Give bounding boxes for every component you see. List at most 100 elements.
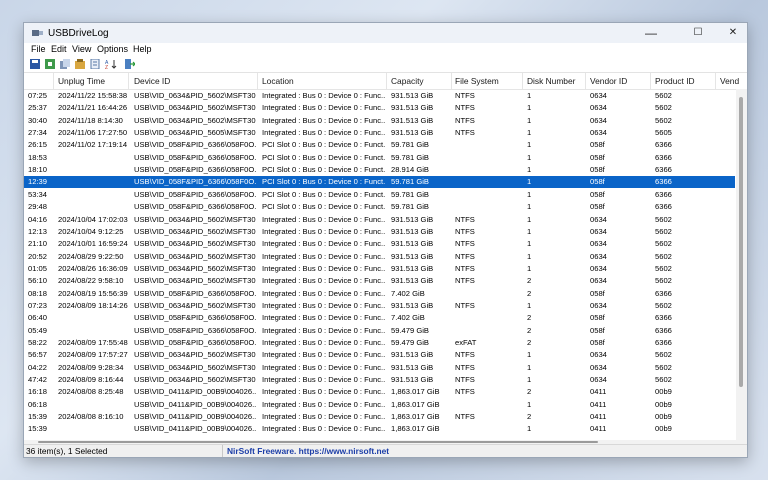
column-header-product-id[interactable]: Product ID xyxy=(655,76,695,86)
table-row-selected[interactable]: 12:39 USB\VID_058F&PID_6366\058F0O... PCI … xyxy=(24,176,735,189)
properties-icon[interactable] xyxy=(75,59,85,69)
capacity-cell: 931.513 GiB xyxy=(391,263,434,273)
table-row[interactable]: 16:18 2024/08/08 8:25:48 USB\VID_0411&PID_… xyxy=(24,386,735,398)
column-divider[interactable] xyxy=(386,73,387,89)
unplug-time-cell: 2024/11/22 15:58:38 xyxy=(58,91,128,100)
disk-number-cell: 1 xyxy=(527,177,532,187)
table-row[interactable]: 29:48 USB\VID_058F&PID_6366\058F0O... PCI … xyxy=(24,201,735,213)
table-row[interactable]: 15:39 2024/08/08 8:16:10 USB\VID_0411&PID_… xyxy=(24,411,735,423)
column-divider[interactable] xyxy=(585,73,586,89)
column-header-unplug-time[interactable]: Unplug Time xyxy=(58,76,105,86)
unplug-time-cell: 2024/08/22 9:58:10 xyxy=(58,276,124,286)
vendor-id-cell: 0634 xyxy=(590,251,607,261)
capacity-cell: 59.479 GiB xyxy=(391,338,429,347)
table-row[interactable]: 20:52 2024/08/29 9:22:50 USB\VID_0634&PID_… xyxy=(24,251,735,263)
location-cell: Integrated : Bus 0 : Device 0 : Func... xyxy=(262,325,385,335)
menu-file[interactable]: File xyxy=(31,44,46,54)
column-header-vendor-name[interactable]: Vend xyxy=(720,76,739,86)
menu-options[interactable]: Options xyxy=(97,44,128,54)
copy-icon[interactable] xyxy=(60,59,70,69)
device-id-cell: USB\VID_058F&PID_6366\058F0O... xyxy=(134,288,256,298)
vendor-id-cell: 058f xyxy=(590,189,605,199)
nirsoft-link[interactable]: NirSoft Freeware. https://www.nirsoft.ne… xyxy=(227,446,389,456)
column-divider[interactable] xyxy=(522,73,523,89)
menu-edit[interactable]: Edit xyxy=(51,44,67,54)
unplug-time-cell: 2024/11/18 8:14:30 xyxy=(58,115,123,125)
device-id-cell: USB\VID_0634&PID_5602\MSFT30... xyxy=(134,276,256,286)
column-divider[interactable] xyxy=(715,73,716,89)
table-row[interactable]: 27:34 2024/11/06 17:27:50 USB\VID_0634&PID… xyxy=(24,127,735,139)
column-divider[interactable] xyxy=(650,73,651,89)
maximize-button[interactable]: ☐ xyxy=(684,25,712,41)
save-icon[interactable] xyxy=(30,59,40,69)
device-id-cell: USB\VID_0634&PID_5602\MSFT30... xyxy=(134,239,256,249)
table-row[interactable]: 07:23 2024/08/09 18:14:26 USB\VID_0634&PID… xyxy=(24,300,735,312)
close-button[interactable]: ✕ xyxy=(719,25,747,41)
device-id-cell: USB\VID_058F&PID_6366\058F0O... xyxy=(134,140,256,150)
capacity-cell: 931.513 GiB xyxy=(391,103,434,113)
table-row[interactable]: 56:57 2024/08/09 17:57:27 USB\VID_0634&PID… xyxy=(24,349,735,361)
table-row[interactable]: 04:22 2024/08/09 9:28:34 USB\VID_0634&PID_… xyxy=(24,362,735,374)
table-row[interactable]: 18:10 USB\VID_058F&PID_6366\058F0O... PCI … xyxy=(24,164,735,176)
product-id-cell: 6366 xyxy=(655,165,672,175)
disk-number-cell: 1 xyxy=(527,362,532,372)
plug-time-cell: 18:53 xyxy=(28,152,48,162)
column-divider[interactable] xyxy=(53,73,54,89)
product-id-cell: 6366 xyxy=(655,140,672,150)
table-row[interactable]: 07:25 2024/11/22 15:58:38 USB\VID_0634&PID… xyxy=(24,90,735,102)
table-row[interactable]: 56:10 2024/08/22 9:58:10 USB\VID_0634&PID_… xyxy=(24,275,735,287)
table-row[interactable]: 06:18 USB\VID_0411&PID_00B9\004026... Inte… xyxy=(24,399,735,411)
table-row[interactable]: 15:39 USB\VID_0411&PID_00B9\004026... Inte… xyxy=(24,423,735,435)
plug-time-cell: 26:15 xyxy=(28,140,48,150)
table-row[interactable]: 18:53 USB\VID_058F&PID_6366\058F0O... PCI … xyxy=(24,152,735,164)
table-row[interactable]: 12:13 2024/10/04 9:12:25 USB\VID_0634&PID_… xyxy=(24,226,735,238)
table-row[interactable]: 06:40 USB\VID_058F&PID_6366\058F0O... Inte… xyxy=(24,312,735,324)
export-icon[interactable] xyxy=(45,59,55,69)
disk-number-cell: 1 xyxy=(527,115,532,125)
table-row[interactable]: 05:49 USB\VID_058F&PID_6366\058F0O... Inte… xyxy=(24,325,735,337)
vendor-id-cell: 058f xyxy=(590,338,605,347)
table-row[interactable]: 21:10 2024/10/01 16:59:24 USB\VID_0634&PID… xyxy=(24,238,735,250)
column-header-disk-number[interactable]: Disk Number xyxy=(527,76,575,86)
device-list[interactable]: Unplug Time Device ID Location Capacity … xyxy=(24,73,747,440)
vertical-scroll-thumb[interactable] xyxy=(739,97,743,387)
capacity-cell: 7.402 GiB xyxy=(391,313,425,323)
device-id-cell: USB\VID_058F&PID_6366\058F0O... xyxy=(134,313,256,323)
capacity-cell: 59.781 GiB xyxy=(391,140,429,150)
vendor-id-cell: 058f xyxy=(590,177,605,187)
vendor-id-cell: 0411 xyxy=(590,424,607,434)
horizontal-scroll-thumb[interactable] xyxy=(38,441,598,443)
table-row[interactable]: 53:34 USB\VID_058F&PID_6366\058F0O... PCI … xyxy=(24,189,735,201)
column-header-vendor-id[interactable]: Vendor ID xyxy=(590,76,627,86)
device-id-cell: USB\VID_058F&PID_6366\058F0O... xyxy=(134,325,256,335)
plug-time-cell: 12:39 xyxy=(28,177,48,187)
table-row[interactable]: 01:05 2024/08/26 16:36:09 USB\VID_0634&PID… xyxy=(24,263,735,275)
column-divider[interactable] xyxy=(128,73,129,89)
column-divider[interactable] xyxy=(451,73,452,89)
menu-help[interactable]: Help xyxy=(133,44,152,54)
report-icon[interactable] xyxy=(90,59,100,69)
disk-number-cell: 1 xyxy=(527,128,532,138)
table-row[interactable]: 30:40 2024/11/18 8:14:30 USB\VID_0634&PID_… xyxy=(24,115,735,127)
vertical-scrollbar[interactable] xyxy=(736,89,747,440)
plug-time-cell: 25:37 xyxy=(28,103,48,113)
exit-icon[interactable] xyxy=(125,59,135,69)
table-row[interactable]: 58:22 2024/08/09 17:55:48 USB\VID_058F&PID… xyxy=(24,337,735,349)
column-header-file-system[interactable]: File System xyxy=(455,76,499,86)
column-header-capacity[interactable]: Capacity xyxy=(391,76,424,86)
menu-view[interactable]: View xyxy=(72,44,91,54)
capacity-cell: 1,863.017 GiB xyxy=(391,387,440,397)
product-id-cell: 6366 xyxy=(655,288,672,298)
table-row[interactable]: 08:18 2024/08/19 15:56:39 USB\VID_058F&PID… xyxy=(24,288,735,300)
column-header-location[interactable]: Location xyxy=(262,76,294,86)
table-row[interactable]: 47:42 2024/08/09 8:16:44 USB\VID_0634&PID_… xyxy=(24,374,735,386)
table-row[interactable]: 25:37 2024/11/21 16:44:26 USB\VID_0634&PID… xyxy=(24,102,735,114)
column-divider[interactable] xyxy=(257,73,258,89)
minimize-button[interactable]: — xyxy=(637,25,665,41)
sort-icon[interactable]: A Z xyxy=(105,59,118,69)
column-header-device-id[interactable]: Device ID xyxy=(134,76,170,86)
table-row[interactable]: 04:16 2024/10/04 17:02:03 USB\VID_0634&PID… xyxy=(24,214,735,226)
table-row[interactable]: 26:15 2024/11/02 17:19:14 USB\VID_058F&PID… xyxy=(24,139,735,151)
product-id-cell: 5602 xyxy=(655,103,672,113)
disk-number-cell: 1 xyxy=(527,165,532,175)
